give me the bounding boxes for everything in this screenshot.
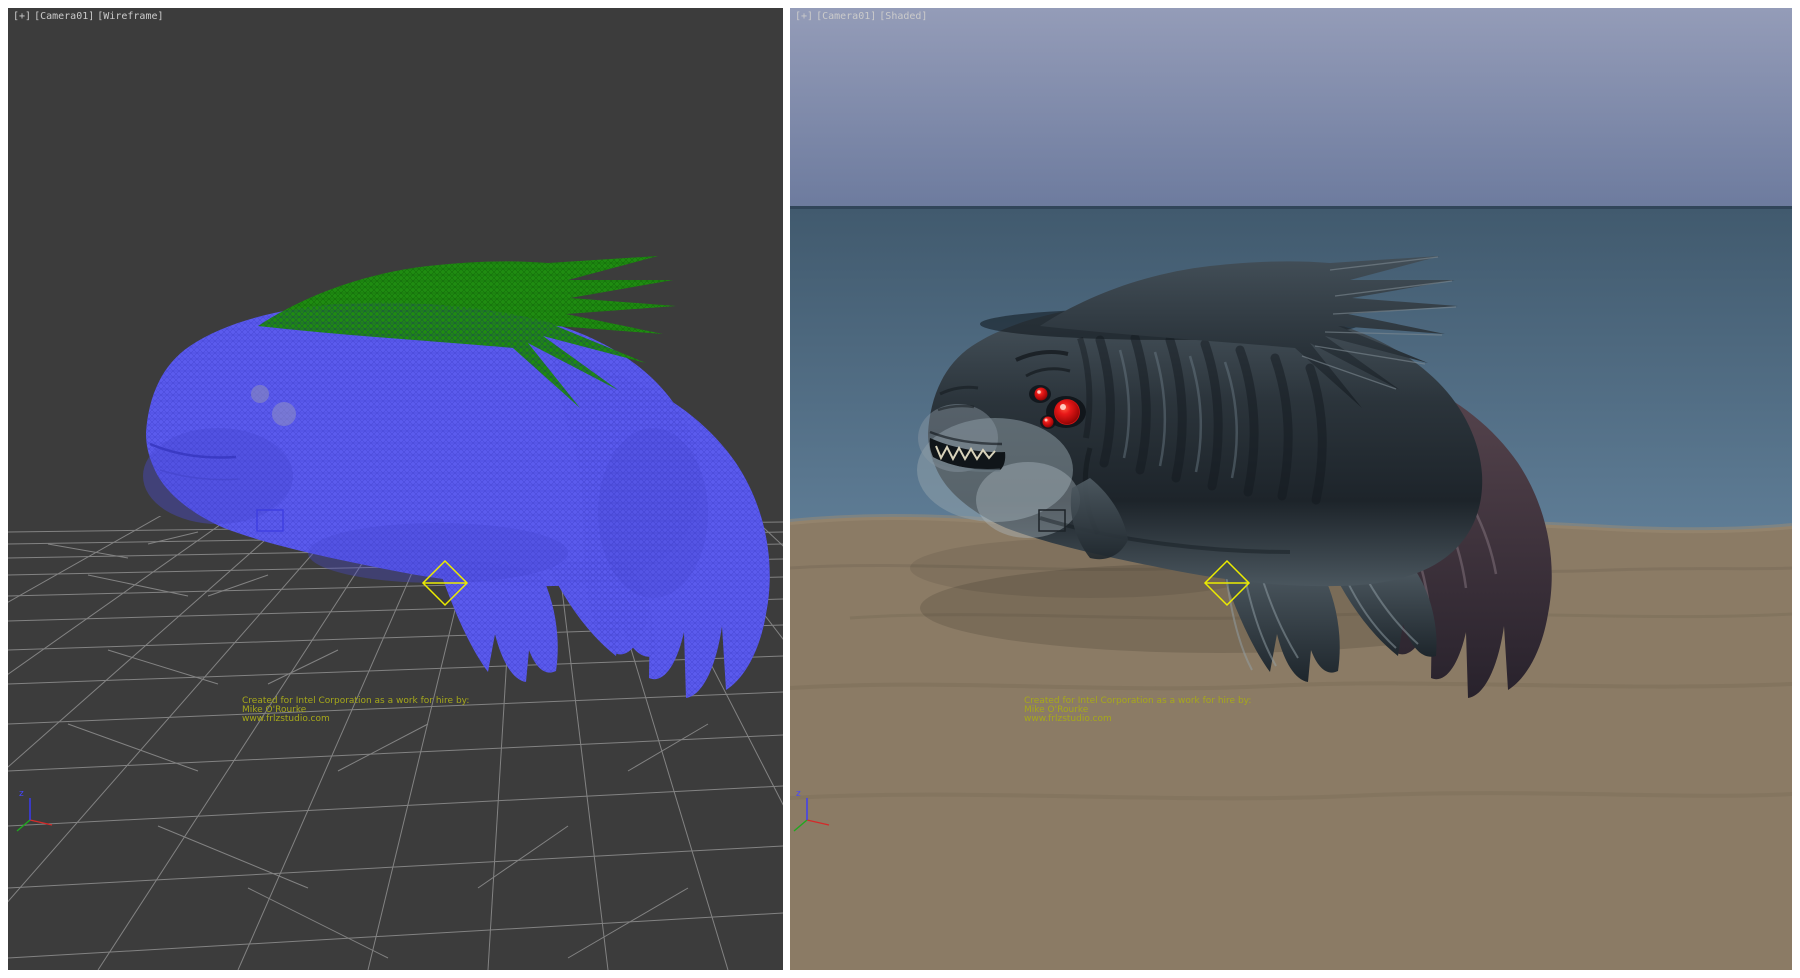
viewport-menu-pov[interactable]: [Camera01]: [816, 11, 876, 22]
horizon-line: [790, 206, 1792, 209]
viewport-shaded[interactable]: [+] [Camera01] [Shaded]: [790, 8, 1792, 970]
sky: [790, 8, 1792, 208]
viewport-label-right: [+] [Camera01] [Shaded]: [795, 11, 927, 22]
viewport-menu-shading[interactable]: [Wireframe]: [97, 11, 163, 22]
viewport-menu-general[interactable]: [+]: [795, 11, 813, 22]
viewport-label-left: [+] [Camera01] [Wireframe]: [13, 11, 164, 22]
viewport-wireframe[interactable]: [+] [Camera01] [Wireframe]: [8, 8, 783, 970]
viewport-menu-pov[interactable]: [Camera01]: [34, 11, 94, 22]
fish-eye: [251, 385, 269, 403]
shaded-scene: [790, 8, 1792, 970]
viewport-menu-general[interactable]: [+]: [13, 11, 31, 22]
wireframe-scene: [8, 8, 783, 970]
max-viewport-area: [+] [Camera01] [Wireframe]: [0, 0, 1800, 978]
viewport-menu-shading[interactable]: [Shaded]: [879, 11, 927, 22]
fish-eye: [272, 402, 296, 426]
